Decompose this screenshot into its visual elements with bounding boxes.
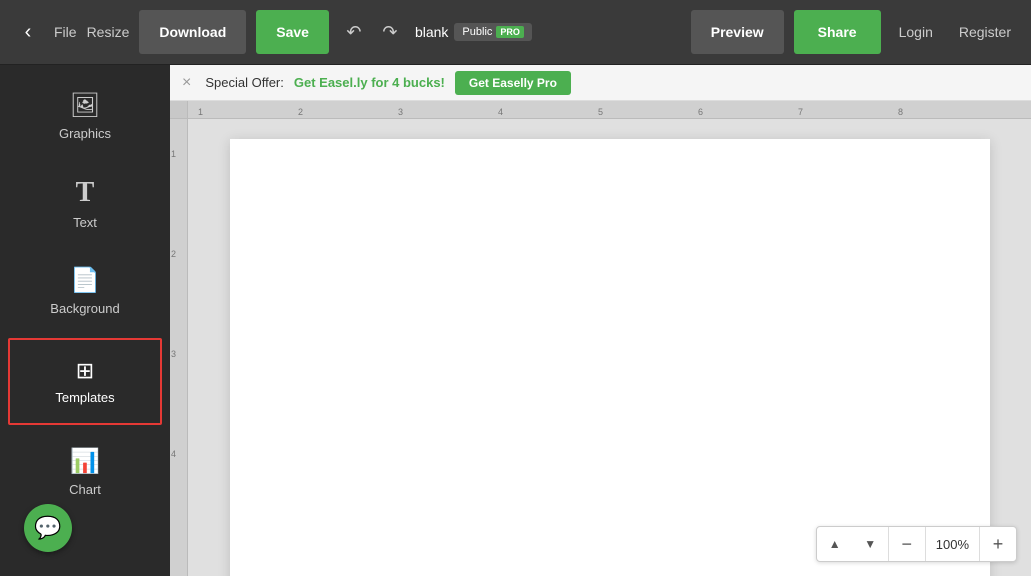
resize-menu[interactable]: Resize: [87, 24, 130, 40]
ruler-corner: [170, 101, 188, 119]
doc-name: blank: [415, 24, 448, 40]
canvas-area: × Special Offer: Get Easel.ly for 4 buck…: [170, 65, 1031, 576]
zoom-down-button[interactable]: ▼: [853, 526, 889, 562]
pro-badge: PRO: [496, 26, 524, 38]
chart-icon: 📊: [70, 447, 100, 476]
sidebar-item-graphics[interactable]: 🖼 Graphics: [0, 73, 170, 159]
visibility-label: Public: [462, 26, 492, 38]
canvas-row: 1234: [170, 119, 1031, 576]
notification-bar: × Special Offer: Get Easel.ly for 4 buck…: [170, 65, 1031, 101]
canvas-scroll[interactable]: [188, 119, 1031, 576]
file-menu[interactable]: File: [54, 24, 77, 40]
save-button[interactable]: Save: [256, 10, 329, 54]
sidebar-label-graphics: Graphics: [59, 126, 111, 141]
visibility-badge[interactable]: Public PRO: [454, 23, 531, 41]
sidebar-item-text[interactable]: T Text: [0, 159, 170, 248]
notification-text: Special Offer:: [205, 75, 284, 90]
back-button[interactable]: ‹: [12, 16, 44, 48]
zoom-plus-button[interactable]: +: [980, 526, 1016, 562]
main-area: 🖼 Graphics T Text 📄 Background ⊞ Templat…: [0, 65, 1031, 576]
toolbar: ‹ File Resize Download Save ↶ ↷ blank Pu…: [0, 0, 1031, 65]
sidebar-label-chart: Chart: [69, 482, 101, 497]
sidebar-item-background[interactable]: 📄 Background: [0, 248, 170, 334]
templates-icon: ⊞: [76, 358, 94, 384]
sidebar-label-background: Background: [50, 301, 119, 316]
sidebar: 🖼 Graphics T Text 📄 Background ⊞ Templat…: [0, 65, 170, 576]
graphics-icon: 🖼: [70, 91, 100, 120]
sidebar-item-templates[interactable]: ⊞ Templates: [8, 338, 162, 425]
zoom-minus-button[interactable]: −: [889, 526, 925, 562]
notification-link[interactable]: Get Easel.ly for 4 bucks!: [294, 75, 445, 90]
register-button[interactable]: Register: [951, 24, 1019, 40]
zoom-up-button[interactable]: ▲: [817, 526, 853, 562]
undo-button[interactable]: ↶: [339, 17, 369, 47]
download-button[interactable]: Download: [139, 10, 246, 54]
text-icon: T: [76, 177, 95, 209]
doc-name-area: blank Public PRO: [415, 23, 532, 41]
background-icon: 📄: [70, 266, 100, 295]
login-button[interactable]: Login: [891, 24, 941, 40]
share-button[interactable]: Share: [794, 10, 881, 54]
notification-close[interactable]: ×: [182, 74, 191, 92]
get-pro-button[interactable]: Get Easelly Pro: [455, 71, 571, 95]
chat-icon: 💬: [34, 515, 61, 541]
ruler-horizontal: 12345678: [188, 101, 1031, 119]
redo-button[interactable]: ↷: [375, 17, 405, 47]
preview-button[interactable]: Preview: [691, 10, 784, 54]
chat-button[interactable]: 💬: [24, 504, 72, 552]
rulers-canvas: 12345678 1234: [170, 101, 1031, 576]
ruler-h-row: 12345678: [170, 101, 1031, 119]
undo-redo-group: ↶ ↷: [339, 17, 405, 47]
sidebar-label-templates: Templates: [55, 390, 114, 405]
sidebar-item-chart[interactable]: 📊 Chart: [0, 429, 170, 515]
sidebar-label-text: Text: [73, 215, 97, 230]
zoom-controls: ▲ ▼ − 100% +: [816, 526, 1017, 562]
canvas-document: [230, 139, 990, 576]
ruler-vertical: 1234: [170, 119, 188, 576]
zoom-level: 100%: [925, 526, 980, 562]
